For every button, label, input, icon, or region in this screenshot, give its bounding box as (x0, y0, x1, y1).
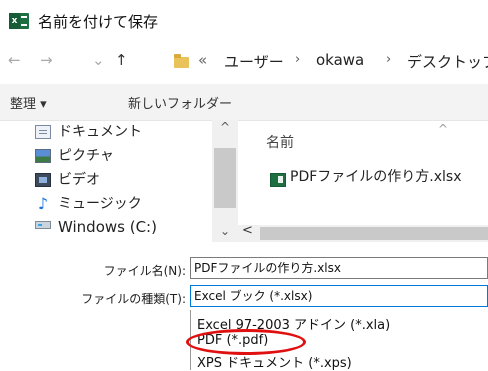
documents-icon (35, 125, 51, 139)
window-title: 名前を付けて保存 (38, 13, 159, 31)
scroll-thumb[interactable] (214, 148, 236, 208)
sort-indicator-icon: ^ (438, 122, 449, 136)
title-bar: x 名前を付けて保存 (0, 0, 488, 38)
folder-icon (174, 54, 189, 68)
scroll-up-button[interactable]: ^ (212, 120, 238, 134)
hscroll-thumb[interactable] (260, 227, 488, 240)
nav-item-documents[interactable]: ドキュメント (58, 121, 142, 143)
file-item[interactable]: PDFファイルの作り方.xlsx (290, 166, 461, 186)
nav-item-music[interactable]: ミュージック (58, 193, 142, 215)
scroll-down-button[interactable]: ⌄ (212, 224, 238, 238)
filename-label: ファイル名(N): (103, 264, 186, 278)
file-list-hscrollbar[interactable]: < (238, 223, 488, 242)
breadcrumb-desktop[interactable]: デスクトップ (407, 51, 488, 72)
filename-input[interactable]: PDFファイルの作り方.xlsx (190, 257, 488, 279)
command-toolbar: 整理 ▾ 新しいフォルダー (0, 84, 488, 121)
new-folder-button[interactable]: 新しいフォルダー (128, 93, 232, 112)
filetype-select[interactable]: Excel ブック (*.xlsx) (190, 285, 488, 307)
save-as-dialog: x 名前を付けて保存 ← → ⌄ ↑ « ユーザー › okawa › デスクト… (0, 0, 488, 310)
navigation-pane: ドキュメント ピクチャ ビデオ ♪ ミュージック Windows (C:) (0, 120, 238, 242)
nav-pane-scrollbar[interactable]: ^ ⌄ (212, 120, 238, 242)
highlight-circle (186, 329, 306, 355)
navigation-bar: ← → ⌄ ↑ « ユーザー › okawa › デスクトップ (0, 38, 488, 84)
back-button[interactable]: ← (8, 52, 21, 68)
file-list: ^ 名前 PDFファイルの作り方.xlsx (238, 120, 488, 242)
nav-item-videos[interactable]: ビデオ (58, 169, 100, 191)
forward-button[interactable]: → (40, 52, 53, 68)
videos-icon (35, 173, 51, 187)
column-header-name[interactable]: 名前 (266, 132, 294, 152)
scroll-left-button[interactable]: < (242, 223, 253, 238)
breadcrumb-separator: › (386, 52, 392, 67)
filetype-label: ファイルの種類(T): (81, 292, 186, 306)
breadcrumb-overflow-button[interactable]: « (198, 51, 207, 69)
filetype-option-xps[interactable]: XPS ドキュメント (*.xps) (197, 352, 352, 371)
nav-item-windows-c[interactable]: Windows (C:) (58, 216, 157, 238)
music-icon: ♪ (37, 194, 49, 213)
drive-icon (35, 221, 51, 229)
nav-item-pictures[interactable]: ピクチャ (58, 145, 114, 167)
excel-file-icon (270, 173, 286, 187)
up-folder-button[interactable]: ↑ (115, 52, 128, 68)
breadcrumb-users[interactable]: ユーザー (224, 51, 284, 72)
organize-button[interactable]: 整理 ▾ (10, 93, 47, 112)
breadcrumb-separator: › (295, 52, 301, 67)
excel-icon: x (9, 13, 29, 29)
recent-locations-button[interactable]: ⌄ (92, 52, 105, 68)
breadcrumb-okawa[interactable]: okawa (316, 51, 364, 69)
pictures-icon (35, 149, 51, 163)
